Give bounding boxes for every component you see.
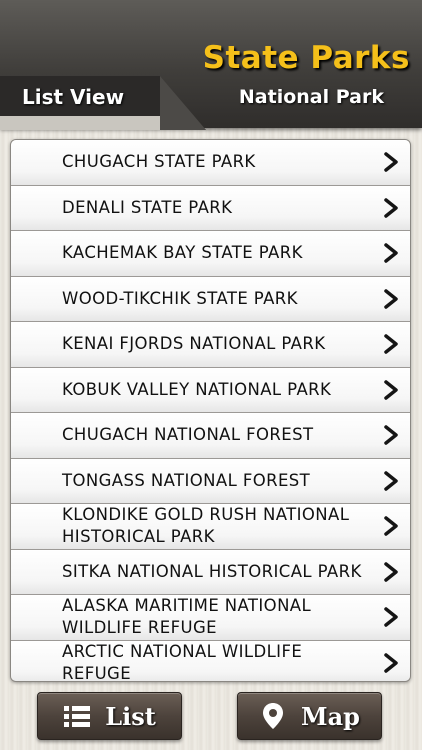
list-item[interactable]: SITKA NATIONAL HISTORICAL PARK	[11, 549, 410, 595]
list-item-label: KOBUK VALLEY NATIONAL PARK	[62, 379, 332, 399]
list-item[interactable]: CHUGACH STATE PARK	[11, 140, 410, 186]
chevron-right-icon	[384, 334, 398, 354]
app-header: State Parks National Park List View	[0, 0, 422, 130]
list-view-tab[interactable]: List View	[0, 76, 215, 130]
list-item-label: WOOD-TIKCHIK STATE PARK	[62, 288, 298, 308]
map-button[interactable]: Map	[237, 692, 382, 740]
list-icon	[64, 706, 91, 727]
list-item[interactable]: ALASKA MARITIME NATIONAL WILDLIFE REFUGE	[11, 595, 410, 641]
page-subtitle: National Park	[238, 86, 384, 108]
list-item[interactable]: KLONDIKE GOLD RUSH NATIONAL HISTORICAL P…	[11, 504, 410, 550]
list-item[interactable]: WOOD-TIKCHIK STATE PARK	[11, 276, 410, 322]
chevron-right-icon	[384, 198, 398, 218]
list-item[interactable]: KOBUK VALLEY NATIONAL PARK	[11, 367, 410, 413]
list-item[interactable]: ARCTIC NATIONAL WILDLIFE REFUGE	[11, 640, 410, 682]
page-title: State Parks	[202, 40, 410, 76]
list-item-label: CHUGACH NATIONAL FOREST	[62, 425, 314, 445]
chevron-right-icon	[384, 516, 398, 536]
parks-list: CHUGACH STATE PARK DENALI STATE PARK KAC…	[10, 139, 411, 682]
list-item[interactable]: TONGASS NATIONAL FOREST	[11, 458, 410, 504]
list-button-label: List	[105, 701, 156, 731]
list-item-label: CHUGACH STATE PARK	[62, 152, 256, 172]
list-item[interactable]: CHUGACH NATIONAL FOREST	[11, 413, 410, 459]
list-item[interactable]: KACHEMAK BAY STATE PARK	[11, 231, 410, 277]
list-item-label: ARCTIC NATIONAL WILDLIFE REFUGE	[62, 641, 303, 682]
list-item-label: TONGASS NATIONAL FOREST	[62, 470, 311, 490]
chevron-right-icon	[384, 380, 398, 400]
chevron-right-icon	[384, 653, 398, 673]
chevron-right-icon	[384, 152, 398, 172]
map-pin-icon	[263, 703, 284, 729]
chevron-right-icon	[384, 289, 398, 309]
list-item-label: KACHEMAK BAY STATE PARK	[62, 243, 303, 263]
list-item-label: ALASKA MARITIME NATIONAL WILDLIFE REFUGE	[62, 596, 312, 638]
list-item-label: KENAI FJORDS NATIONAL PARK	[62, 334, 326, 354]
chevron-right-icon	[384, 471, 398, 491]
list-item-label: KLONDIKE GOLD RUSH NATIONAL HISTORICAL P…	[62, 505, 350, 547]
map-button-label: Map	[301, 701, 360, 731]
chevron-right-icon	[384, 425, 398, 445]
chevron-right-icon	[384, 607, 398, 627]
tab-label: List View	[22, 85, 125, 109]
list-item-label: SITKA NATIONAL HISTORICAL PARK	[62, 561, 362, 581]
list-button[interactable]: List	[37, 692, 182, 740]
chevron-right-icon	[384, 243, 398, 263]
list-item[interactable]: KENAI FJORDS NATIONAL PARK	[11, 322, 410, 368]
list-item-label: DENALI STATE PARK	[62, 197, 233, 217]
chevron-right-icon	[384, 562, 398, 582]
list-item[interactable]: DENALI STATE PARK	[11, 185, 410, 231]
